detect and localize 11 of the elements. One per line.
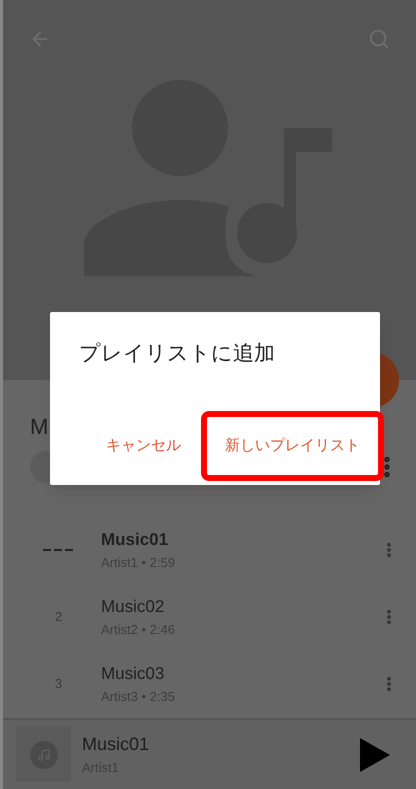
dialog-button[interactable]: キャンセル	[88, 411, 199, 481]
track-title[interactable]: Music01	[101, 527, 380, 552]
track-title[interactable]: Music02	[101, 594, 380, 620]
track-title[interactable]: Music03	[101, 661, 380, 686]
search-icon[interactable]	[368, 28, 390, 50]
dialog-title: プレイリストに追加	[78, 341, 276, 367]
music-note-icon	[30, 740, 58, 768]
album-title: M	[30, 413, 50, 441]
play-icon[interactable]	[360, 738, 390, 772]
now-playing-title: Music01	[82, 733, 150, 756]
dialog-button[interactable]: 新しいプレイリスト	[201, 411, 384, 481]
